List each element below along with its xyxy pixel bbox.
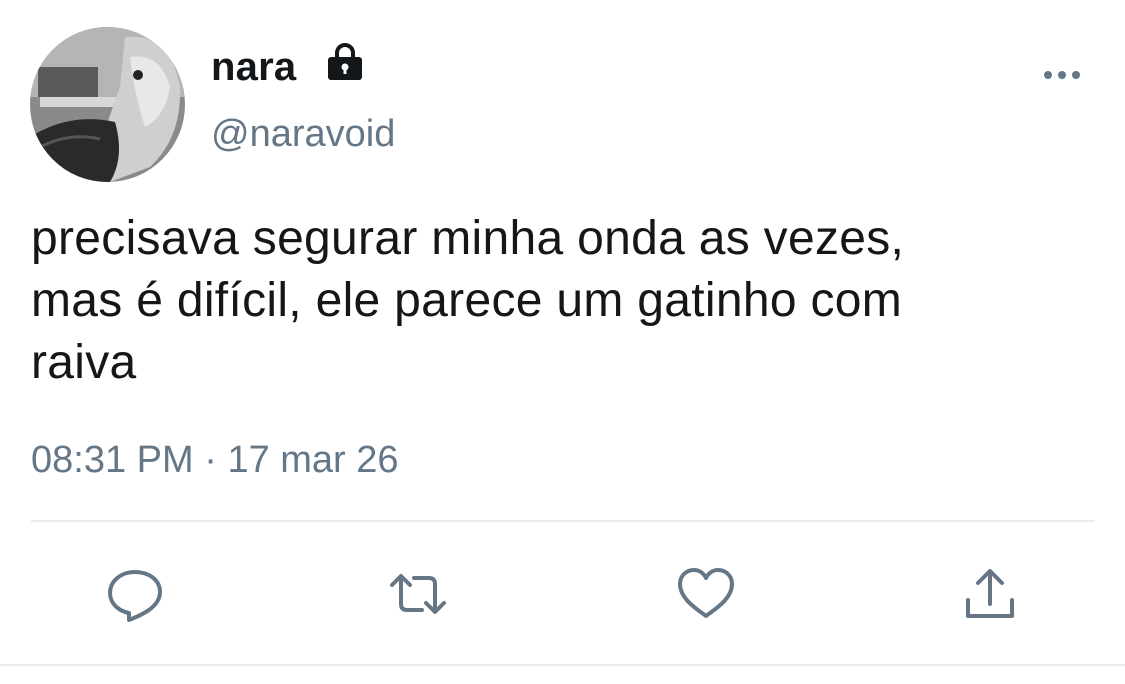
tweet-text-line: mas é difícil, ele parece um gatinho com (31, 274, 903, 327)
reply-button[interactable] (105, 564, 165, 624)
speech-bubble-icon (108, 570, 162, 622)
tweet-text: precisava segurar minha onda as vezes, m… (31, 208, 1091, 394)
more-options-icon[interactable] (1040, 60, 1084, 90)
divider (31, 520, 1095, 522)
share-button[interactable] (960, 564, 1020, 624)
tweet-timestamp[interactable]: 08:31 PM · 17 mar 26 (31, 436, 399, 484)
tweet-time: 08:31 PM (31, 439, 194, 481)
heart-icon (678, 568, 734, 618)
tweet-date: 17 mar 26 (227, 439, 399, 481)
avatar[interactable] (30, 27, 185, 182)
user-handle[interactable]: @naravoid (211, 110, 395, 158)
tweet-text-line: raiva (31, 336, 137, 389)
tweet-text-line: precisava segurar minha onda as vezes, (31, 212, 905, 265)
share-upload-icon (966, 569, 1014, 618)
retweet-arrows-icon (390, 574, 446, 614)
bottom-divider (0, 664, 1125, 666)
meta-separator: · (204, 439, 217, 481)
avatar-photo (30, 27, 185, 182)
retweet-button[interactable] (388, 564, 448, 624)
like-button[interactable] (676, 564, 736, 624)
display-name[interactable]: nara (211, 42, 296, 92)
lock-icon (328, 43, 362, 80)
